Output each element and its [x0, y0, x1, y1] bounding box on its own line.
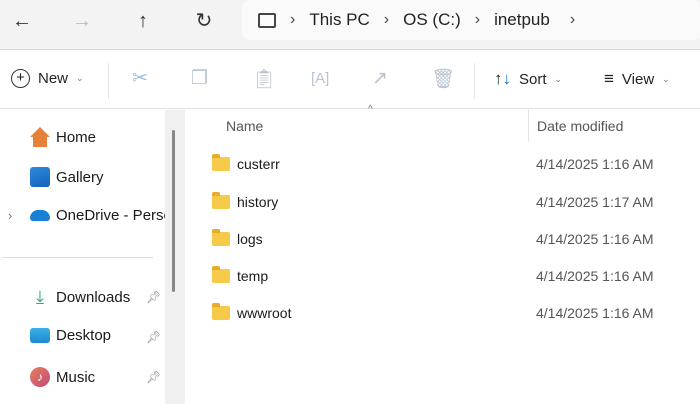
command-bar: + New ⌄ ✂ ❐ 📋︎ [A] ↗ 🗑︎ ↑↓ Sort ⌄ ≡ View…: [0, 51, 700, 109]
sidebar-item-label: OneDrive - Personal: [56, 207, 165, 224]
divider: [108, 63, 109, 99]
cut-icon[interactable]: ✂: [132, 67, 148, 90]
chevron-right-icon: ›: [474, 11, 481, 28]
folder-icon: [212, 266, 230, 283]
up-button[interactable]: ↑: [127, 8, 159, 34]
home-icon: [30, 127, 50, 147]
sidebar-item-label: Downloads: [56, 288, 131, 306]
sidebar-item-label: Music: [56, 368, 96, 386]
sidebar-item-gallery[interactable]: Gallery: [30, 167, 165, 187]
paste-icon[interactable]: 📋︎: [252, 67, 276, 91]
chevron-right-icon: ›: [290, 11, 296, 28]
plus-circle-icon: +: [11, 69, 30, 88]
breadcrumb-this-pc[interactable]: This PC: [309, 10, 369, 30]
folder-icon: [212, 229, 230, 246]
sidebar-item-desktop[interactable]: Desktop: [30, 327, 165, 344]
sort-icon: ↑↓: [494, 69, 511, 88]
file-name: custerr: [237, 156, 280, 172]
download-icon: ⤓: [36, 287, 44, 307]
new-button[interactable]: + New ⌄: [11, 69, 84, 88]
file-row[interactable]: custerr 4/14/2025 1:16 AM: [212, 152, 700, 176]
share-icon[interactable]: ↗: [372, 67, 388, 90]
sidebar-scrollbar-thumb[interactable]: [172, 130, 175, 292]
sort-label: Sort: [519, 70, 547, 88]
file-row[interactable]: logs 4/14/2025 1:16 AM: [212, 227, 700, 251]
column-header-date-modified[interactable]: Date modified: [537, 118, 623, 134]
pin-icon[interactable]: 📌︎: [146, 290, 161, 304]
chevron-down-icon: ⌄: [662, 73, 670, 84]
computer-icon: [258, 12, 276, 28]
column-divider[interactable]: [528, 110, 529, 142]
sidebar-item-music[interactable]: ♪ Music: [30, 367, 165, 387]
chevron-right-icon: ›: [569, 11, 576, 28]
file-name: wwwroot: [237, 305, 292, 321]
chevron-right-icon: ›: [383, 11, 390, 28]
breadcrumb-inetpub[interactable]: inetpub: [494, 10, 550, 30]
column-header-name[interactable]: Name: [226, 118, 263, 134]
address-bar[interactable]: › This PC › OS (C:) › inetpub ›: [242, 0, 700, 40]
forward-button[interactable]: →: [66, 8, 98, 34]
expand-chevron-icon[interactable]: ›: [8, 208, 12, 223]
file-date: 4/14/2025 1:16 AM: [536, 305, 654, 321]
divider: [2, 257, 153, 258]
file-row[interactable]: history 4/14/2025 1:17 AM: [212, 190, 700, 214]
file-date: 4/14/2025 1:17 AM: [536, 194, 654, 210]
sidebar-scrollbar-track[interactable]: [165, 110, 185, 404]
gallery-icon: [30, 167, 50, 187]
view-label: View: [621, 70, 655, 88]
desktop-icon: [30, 328, 50, 343]
file-name: history: [237, 194, 279, 210]
sidebar-item-downloads[interactable]: ⤓ Downloads: [30, 287, 165, 307]
sidebar-item-label: Home: [56, 128, 97, 146]
file-date: 4/14/2025 1:16 AM: [536, 268, 654, 284]
file-row[interactable]: temp 4/14/2025 1:16 AM: [212, 264, 700, 288]
delete-icon[interactable]: 🗑︎: [431, 67, 455, 91]
refresh-button[interactable]: ↻: [188, 8, 220, 34]
view-list-icon: ≡: [604, 69, 614, 88]
sidebar-item-label: Gallery: [56, 168, 104, 186]
folder-icon: [212, 192, 230, 209]
breadcrumb-os-c[interactable]: OS (C:): [403, 10, 461, 30]
sort-ascending-icon: ^: [368, 104, 373, 115]
chevron-down-icon: ⌄: [554, 73, 563, 84]
sort-button[interactable]: ↑↓ Sort ⌄: [494, 69, 562, 89]
copy-icon[interactable]: ❐: [191, 67, 208, 90]
sidebar-item-label: Desktop: [56, 327, 112, 344]
folder-icon: [212, 303, 230, 320]
new-label: New: [38, 70, 69, 87]
pin-icon[interactable]: 📌︎: [146, 370, 161, 384]
file-name: logs: [237, 231, 263, 247]
folder-icon: [212, 154, 230, 171]
title-nav-bar: ← → ↑ ↻ › This PC › OS (C:) › inetpub ›: [0, 0, 700, 50]
file-name: temp: [237, 268, 269, 284]
divider: [474, 63, 475, 99]
music-icon: ♪: [30, 367, 50, 387]
view-button[interactable]: ≡ View ⌄: [604, 69, 670, 89]
file-date: 4/14/2025 1:16 AM: [536, 231, 654, 247]
navigation-pane: Home Gallery › OneDrive - Personal ⤓ Down…: [0, 110, 165, 404]
sidebar-item-onedrive[interactable]: OneDrive - Personal: [30, 207, 165, 224]
back-button[interactable]: ←: [6, 8, 38, 34]
file-row[interactable]: wwwroot 4/14/2025 1:16 AM: [212, 301, 700, 325]
sidebar-item-home[interactable]: Home: [30, 127, 165, 147]
onedrive-cloud-icon: [30, 210, 50, 221]
pin-icon[interactable]: 📌︎: [146, 330, 161, 344]
file-date: 4/14/2025 1:16 AM: [536, 156, 654, 172]
chevron-down-icon: ⌄: [76, 73, 84, 83]
rename-icon[interactable]: [A]: [311, 70, 329, 87]
